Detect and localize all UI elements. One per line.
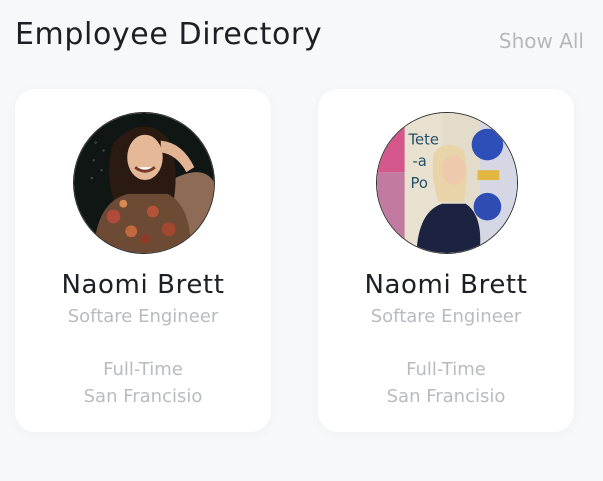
- employee-location: San Francisio: [386, 386, 506, 407]
- svg-text:Po: Po: [411, 175, 428, 192]
- employment-type: Full-Time: [406, 359, 486, 380]
- employee-name: Naomi Brett: [364, 270, 528, 300]
- employee-card[interactable]: Naomi Brett Softare Engineer Full-Time S…: [15, 89, 271, 432]
- svg-text:-a: -a: [412, 153, 426, 170]
- employee-location: San Francisio: [83, 386, 203, 407]
- avatar: Tete -a Po: [376, 112, 518, 254]
- avatar: [73, 112, 215, 254]
- employee-role: Softare Engineer: [67, 306, 219, 327]
- employee-card[interactable]: Tete -a Po Naomi Brett Softare Engineer …: [318, 89, 574, 432]
- avatar-photo: Tete -a Po: [377, 113, 517, 253]
- employee-role: Softare Engineer: [370, 306, 522, 327]
- employment-type: Full-Time: [103, 359, 183, 380]
- svg-text:Tete: Tete: [408, 132, 439, 149]
- employee-name: Naomi Brett: [61, 270, 225, 300]
- avatar-photo: [74, 113, 214, 253]
- employee-card-list: Naomi Brett Softare Engineer Full-Time S…: [0, 0, 603, 481]
